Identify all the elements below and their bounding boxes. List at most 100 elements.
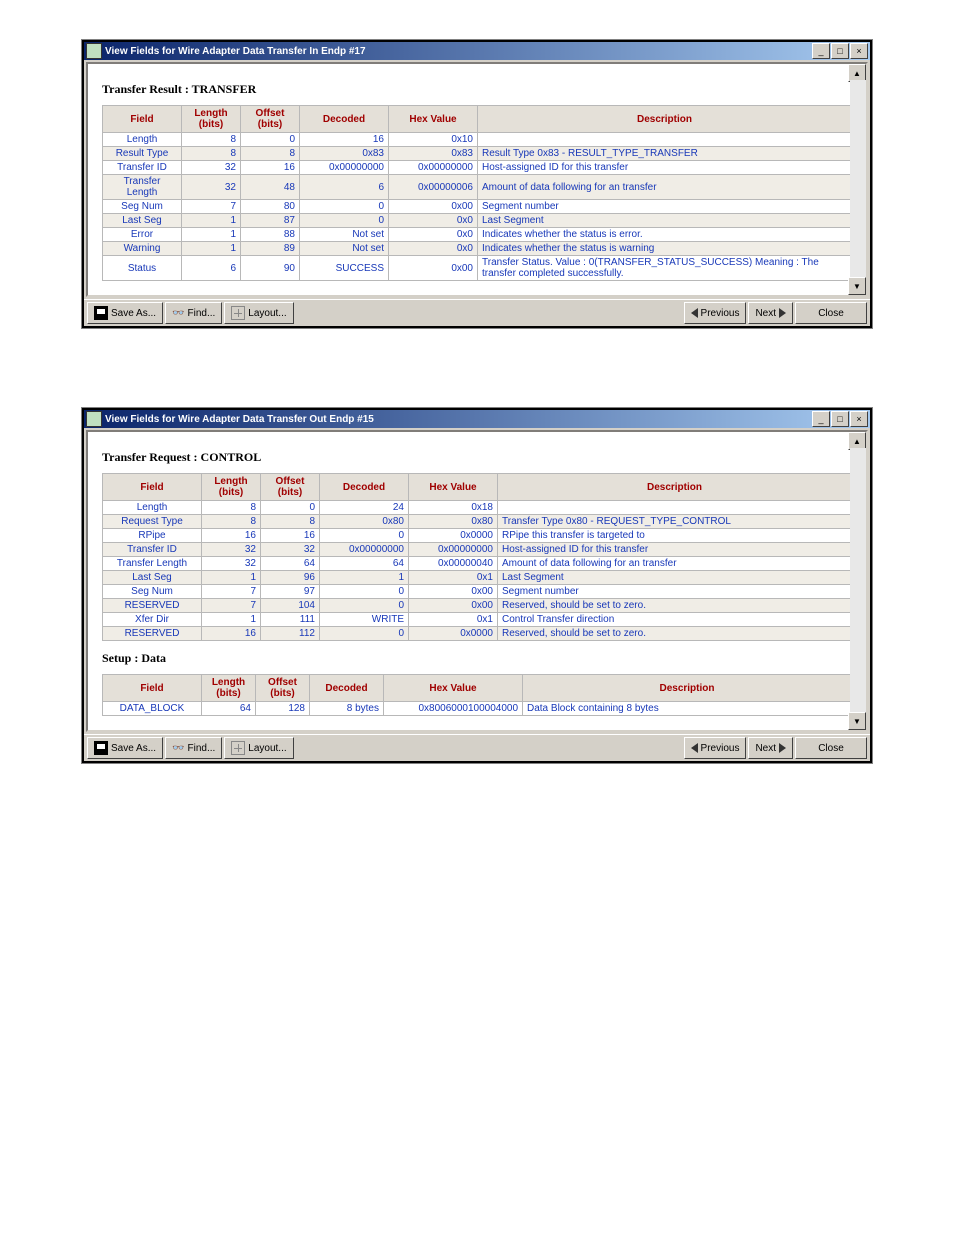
column-header: Description xyxy=(498,474,852,501)
cell: Last Segment xyxy=(498,571,852,585)
cell: 1 xyxy=(202,571,261,585)
titlebar[interactable]: View Fields for Wire Adapter Data Transf… xyxy=(84,410,870,428)
cell xyxy=(498,501,852,515)
transfer-request-table: FieldLength(bits)Offset(bits)DecodedHex … xyxy=(102,473,852,641)
column-header: Offset(bits) xyxy=(261,474,320,501)
close-window-button[interactable]: × xyxy=(850,43,868,59)
window-transfer-request: View Fields for Wire Adapter Data Transf… xyxy=(82,408,872,763)
cell: Result Type 0x83 - RESULT_TYPE_TRANSFER xyxy=(478,147,852,161)
maximize-button[interactable]: □ xyxy=(831,411,849,427)
save-as-button[interactable]: Save As... xyxy=(87,302,163,324)
table-row: Length80240x18 xyxy=(103,501,852,515)
cell: 0x0 xyxy=(389,242,478,256)
cell: 7 xyxy=(202,585,261,599)
cell: 0 xyxy=(241,133,300,147)
window-title: View Fields for Wire Adapter Data Transf… xyxy=(105,414,374,425)
cell: Indicates whether the status is warning xyxy=(478,242,852,256)
cell: Transfer Type 0x80 - REQUEST_TYPE_CONTRO… xyxy=(498,515,852,529)
cell: 8 xyxy=(241,147,300,161)
column-header: Decoded xyxy=(320,474,409,501)
cell: Transfer Status. Value : 0(TRANSFER_STAT… xyxy=(478,256,852,281)
cell: Not set xyxy=(300,228,389,242)
table-row: Last Seg19610x1Last Segment xyxy=(103,571,852,585)
setup-data-table: FieldLength(bits)Offset(bits)DecodedHex … xyxy=(102,674,852,716)
cell: 16 xyxy=(202,529,261,543)
minimize-button[interactable]: _ xyxy=(812,43,830,59)
cell: WRITE xyxy=(320,613,409,627)
content-area: ▲ ▼ Transfer Request : CONTROL FieldLeng… xyxy=(86,430,868,732)
scroll-down-button[interactable]: ▼ xyxy=(848,712,866,730)
cell: 16 xyxy=(300,133,389,147)
next-button[interactable]: Next xyxy=(748,302,793,324)
scrollbar[interactable] xyxy=(850,448,866,714)
table-row: Transfer ID32160x000000000x00000000Host-… xyxy=(103,161,852,175)
cell: 0x00 xyxy=(409,599,498,613)
save-as-button[interactable]: Save As... xyxy=(87,737,163,759)
maximize-button[interactable]: □ xyxy=(831,43,849,59)
cell: Seg Num xyxy=(103,200,182,214)
cell: 0x1 xyxy=(409,613,498,627)
previous-button[interactable]: Previous xyxy=(684,302,747,324)
cell: 24 xyxy=(320,501,409,515)
cell: 0 xyxy=(320,585,409,599)
cell: RESERVED xyxy=(103,627,202,641)
cell: Data Block containing 8 bytes xyxy=(523,702,852,716)
scroll-down-button[interactable]: ▼ xyxy=(848,277,866,295)
cell: 32 xyxy=(261,543,320,557)
column-header: Hex Value xyxy=(389,106,478,133)
cell: Segment number xyxy=(478,200,852,214)
cell: 104 xyxy=(261,599,320,613)
cell: 89 xyxy=(241,242,300,256)
cell: 88 xyxy=(241,228,300,242)
column-header: Description xyxy=(523,675,852,702)
cell: 7 xyxy=(182,200,241,214)
cell: Error xyxy=(103,228,182,242)
cell: Not set xyxy=(300,242,389,256)
cell: 0x0 xyxy=(389,214,478,228)
cell: Last Seg xyxy=(103,571,202,585)
cell: 16 xyxy=(202,627,261,641)
table-row: Seg Num79700x00Segment number xyxy=(103,585,852,599)
layout-button[interactable]: Layout... xyxy=(224,737,293,759)
cell: 8 xyxy=(182,147,241,161)
table-row: Status690SUCCESS0x00Transfer Status. Val… xyxy=(103,256,852,281)
cell: 0x8006000100004000 xyxy=(384,702,523,716)
cell: 0x00 xyxy=(389,256,478,281)
arrow-left-icon xyxy=(691,743,698,753)
cell: 64 xyxy=(202,702,256,716)
section-heading-setup: Setup : Data xyxy=(102,651,852,666)
titlebar[interactable]: View Fields for Wire Adapter Data Transf… xyxy=(84,42,870,60)
cell: 8 bytes xyxy=(310,702,384,716)
cell: 8 xyxy=(261,515,320,529)
cell: Reserved, should be set to zero. xyxy=(498,599,852,613)
bottom-toolbar: Save As... 👓Find... Layout... Previous N… xyxy=(84,734,870,761)
bottom-toolbar: Save As... 👓Find... Layout... Previous N… xyxy=(84,299,870,326)
cell: 96 xyxy=(261,571,320,585)
minimize-button[interactable]: _ xyxy=(812,411,830,427)
cell: Amount of data following for an transfer xyxy=(478,175,852,200)
close-window-button[interactable]: × xyxy=(850,411,868,427)
layout-button[interactable]: Layout... xyxy=(224,302,293,324)
table-row: Xfer Dir1111WRITE0x1Control Transfer dir… xyxy=(103,613,852,627)
close-button[interactable]: Close xyxy=(795,302,867,324)
find-button[interactable]: 👓Find... xyxy=(165,737,222,759)
cell: Last Segment xyxy=(478,214,852,228)
cell: 112 xyxy=(261,627,320,641)
cell: 0x0 xyxy=(389,228,478,242)
cell: Indicates whether the status is error. xyxy=(478,228,852,242)
cell: Xfer Dir xyxy=(103,613,202,627)
find-button[interactable]: 👓Find... xyxy=(165,302,222,324)
table-row: Seg Num78000x00Segment number xyxy=(103,200,852,214)
column-header: Description xyxy=(478,106,852,133)
column-header: Hex Value xyxy=(384,675,523,702)
cell: 90 xyxy=(241,256,300,281)
scrollbar[interactable] xyxy=(850,80,866,279)
cell: 64 xyxy=(320,557,409,571)
previous-button[interactable]: Previous xyxy=(684,737,747,759)
cell: 0x18 xyxy=(409,501,498,515)
next-button[interactable]: Next xyxy=(748,737,793,759)
cell: 0x1 xyxy=(409,571,498,585)
cell: 0 xyxy=(300,214,389,228)
table-row: Error188Not set0x0Indicates whether the … xyxy=(103,228,852,242)
close-button[interactable]: Close xyxy=(795,737,867,759)
